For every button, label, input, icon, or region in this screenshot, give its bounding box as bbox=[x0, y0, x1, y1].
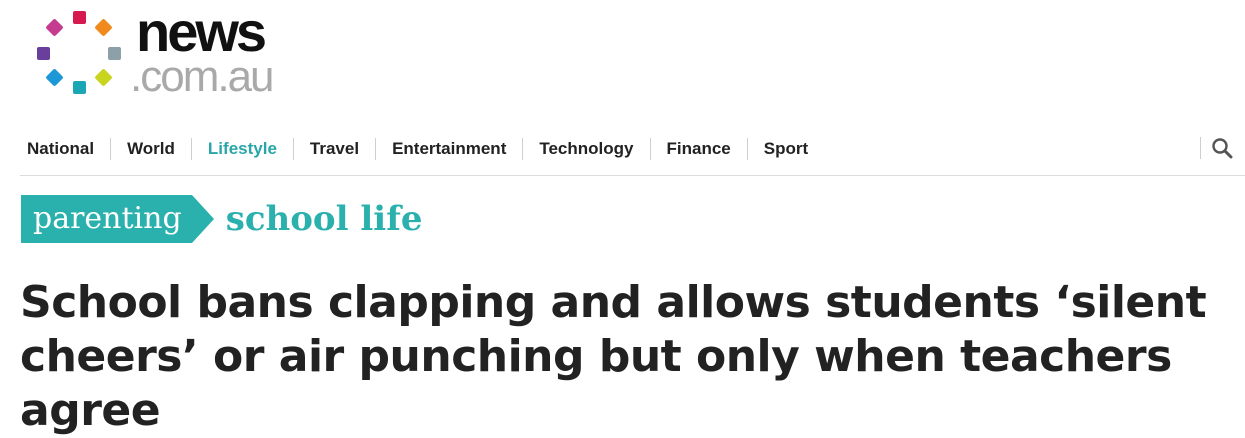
logo-domain: .com.au bbox=[130, 52, 275, 101]
breadcrumb-arrow-icon bbox=[191, 195, 214, 243]
logo-dot bbox=[94, 68, 113, 87]
logo-dot bbox=[94, 18, 113, 37]
nav-item-world[interactable]: World bbox=[110, 138, 191, 160]
nav-item-travel[interactable]: Travel bbox=[292, 138, 375, 160]
logo-dots-icon bbox=[30, 8, 130, 100]
logo-dot bbox=[73, 11, 86, 24]
nav-item-technology[interactable]: Technology bbox=[522, 138, 649, 160]
section-tag-parenting[interactable]: parenting bbox=[21, 195, 192, 243]
nav-item-national[interactable]: National bbox=[20, 138, 110, 160]
section-tag-school-life[interactable]: school life bbox=[226, 195, 423, 243]
logo-dot bbox=[73, 81, 86, 94]
search-area bbox=[1200, 137, 1245, 159]
nav-item-sport[interactable]: Sport bbox=[746, 138, 824, 160]
nav-list: National World Lifestyle Travel Entertai… bbox=[20, 137, 824, 161]
nav-item-finance[interactable]: Finance bbox=[649, 138, 747, 160]
search-icon[interactable] bbox=[1211, 137, 1233, 159]
main-navigation: National World Lifestyle Travel Entertai… bbox=[20, 133, 1245, 176]
article-headline: School bans clapping and allows students… bbox=[20, 277, 1207, 436]
logo-dot bbox=[108, 47, 121, 60]
logo-dot bbox=[37, 47, 50, 60]
nav-item-lifestyle[interactable]: Lifestyle bbox=[190, 138, 293, 160]
nav-item-entertainment[interactable]: Entertainment bbox=[375, 138, 522, 160]
logo-dot bbox=[45, 68, 64, 87]
logo-dot bbox=[45, 18, 64, 37]
site-logo[interactable]: news .com.au bbox=[30, 2, 300, 101]
section-breadcrumb: parenting school life bbox=[21, 195, 422, 243]
